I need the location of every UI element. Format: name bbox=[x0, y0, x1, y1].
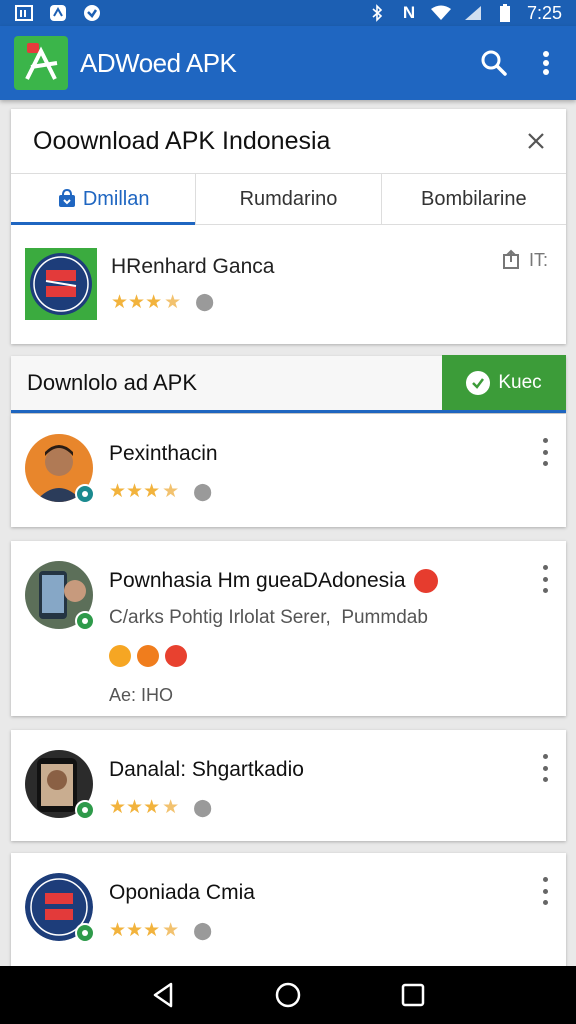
check-icon bbox=[466, 370, 491, 395]
tab-label: Dmillan bbox=[82, 187, 150, 210]
section-button-label: Kuec bbox=[498, 371, 542, 393]
share-icon bbox=[502, 249, 519, 269]
app-bar: ADWoed APK bbox=[0, 26, 576, 100]
status-bar: N 7:25 bbox=[0, 0, 576, 26]
star-rating: ★★★ ★ ⬤ bbox=[109, 797, 213, 818]
tab-dmillan[interactable]: Dmillan bbox=[11, 174, 197, 225]
close-icon bbox=[528, 133, 544, 149]
app-action-text: IT: bbox=[528, 249, 548, 270]
home-icon bbox=[275, 982, 301, 1008]
more-vert-icon[interactable] bbox=[540, 877, 550, 905]
list-item-title: Oponiada Cmia bbox=[109, 881, 255, 904]
shield-notification-icon bbox=[82, 4, 102, 22]
badge-icon bbox=[75, 484, 95, 504]
search-button[interactable] bbox=[472, 41, 516, 85]
app-row-actions[interactable]: IT: bbox=[501, 249, 548, 271]
more-vert-icon[interactable] bbox=[540, 754, 550, 782]
avatar bbox=[25, 750, 95, 820]
card-title: Ooownload APK Indonesia bbox=[33, 126, 331, 155]
wifi-icon bbox=[430, 4, 451, 22]
more-vert-icon[interactable] bbox=[540, 565, 550, 593]
list-item-subtitle: C/arks Pohtig Irlolat Serer, Pummdab bbox=[109, 607, 428, 628]
section-title: Downlolo ad APK bbox=[27, 370, 197, 395]
trophy-icon: ⬤ bbox=[193, 797, 213, 817]
more-vert-icon bbox=[543, 51, 549, 75]
list-item[interactable]: Pownhasia Hm gueaDAdonesia C/arks Pohtig… bbox=[11, 541, 566, 716]
home-button[interactable] bbox=[264, 971, 312, 1019]
section-header: Downlolo ad APK Kuec bbox=[11, 355, 566, 413]
app-icon bbox=[25, 248, 97, 320]
bluetooth-icon bbox=[367, 4, 387, 22]
status-time: 7:25 bbox=[526, 2, 562, 23]
nfc-icon: N bbox=[402, 3, 416, 22]
emoji-icon bbox=[413, 569, 438, 593]
star-rating: ★★★ ★ ⬤ bbox=[109, 481, 213, 502]
app-title: ADWoed APK bbox=[80, 47, 237, 78]
list-item[interactable]: Pexinthacin ★★★ ★ ⬤ bbox=[11, 414, 566, 527]
list-item[interactable]: Oponiada Cmia ★★★ ★ ⬤ bbox=[11, 853, 566, 968]
avatar bbox=[25, 434, 95, 504]
notification-icon bbox=[14, 4, 34, 22]
list-item-title: Pexinthacin bbox=[109, 442, 218, 465]
recents-button[interactable] bbox=[389, 971, 437, 1019]
tab-bar: Dmillan Rumdarino Bombilarine bbox=[11, 173, 566, 225]
star-rating: ★★★ ★ ⬤ bbox=[111, 291, 215, 313]
signal-icon bbox=[463, 4, 483, 22]
battery-icon bbox=[495, 4, 515, 22]
emoji-icon bbox=[109, 645, 131, 667]
app-name: HRenhard Ganca bbox=[111, 254, 275, 278]
tab-label: Rumdarino bbox=[239, 187, 338, 210]
trophy-icon: ⬤ bbox=[193, 481, 213, 501]
trophy-icon: ⬤ bbox=[195, 292, 215, 311]
section-action-button[interactable]: Kuec bbox=[442, 355, 566, 410]
back-icon bbox=[153, 982, 172, 1008]
more-vert-icon[interactable] bbox=[540, 438, 550, 466]
list-item-title: Pownhasia Hm gueaDAdonesia bbox=[109, 569, 552, 593]
featured-app-row[interactable]: HRenhard Ganca ★★★ ★ ⬤ IT: bbox=[11, 225, 566, 343]
search-icon bbox=[481, 50, 507, 76]
badge-icon bbox=[75, 611, 95, 631]
card-header: Ooownload APK Indonesia bbox=[11, 109, 566, 173]
star-rating: ★★★ ★ ⬤ bbox=[109, 920, 213, 941]
close-button[interactable] bbox=[516, 121, 556, 161]
app-logo-icon bbox=[14, 36, 68, 90]
app-notification-icon bbox=[48, 4, 68, 22]
badge-icon bbox=[75, 923, 95, 943]
store-icon bbox=[58, 189, 75, 207]
emoji-icon bbox=[165, 645, 187, 667]
tab-rumdarino[interactable]: Rumdarino bbox=[196, 174, 382, 224]
system-nav-bar bbox=[0, 966, 576, 1024]
emoji-icon bbox=[137, 645, 159, 667]
reaction-row bbox=[109, 645, 552, 667]
back-button[interactable] bbox=[139, 971, 187, 1019]
recents-icon bbox=[402, 983, 425, 1007]
avatar bbox=[25, 561, 95, 631]
tab-bombilarine[interactable]: Bombilarine bbox=[382, 174, 566, 224]
list-item-title: Danalal: Shgartkadio bbox=[109, 758, 304, 781]
list-item-meta: Ae: IHO bbox=[109, 685, 174, 705]
trophy-icon: ⬤ bbox=[193, 920, 213, 940]
tab-label: Bombilarine bbox=[421, 187, 527, 210]
download-card: Ooownload APK Indonesia Dmillan Rumdarin… bbox=[11, 109, 566, 344]
avatar bbox=[25, 873, 95, 943]
overflow-menu-button[interactable] bbox=[524, 41, 568, 85]
badge-icon bbox=[75, 800, 95, 820]
list-item[interactable]: Danalal: Shgartkadio ★★★ ★ ⬤ bbox=[11, 730, 566, 841]
